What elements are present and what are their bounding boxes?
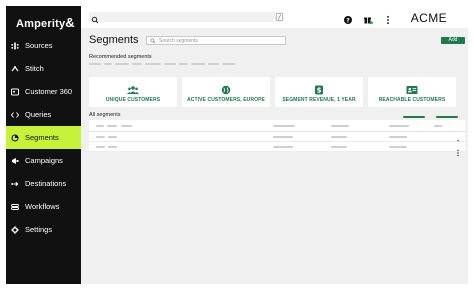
main-content: Segments Search segments Add Recommended… [81, 28, 468, 284]
contact-card-icon [406, 82, 418, 94]
sidebar-item-campaigns[interactable]: Campaigns [6, 149, 81, 172]
cell-placeholder [331, 135, 347, 138]
sidebar-item-segments[interactable]: Segments [6, 126, 81, 149]
cell-placeholder [96, 145, 105, 148]
row-menu-icon[interactable] [457, 133, 459, 146]
column-header[interactable] [273, 124, 295, 127]
column-header[interactable] [121, 124, 132, 127]
cell-placeholder [389, 145, 407, 148]
tenant-name[interactable]: ACME [411, 11, 447, 25]
sidebar-item-destinations[interactable]: Destinations [6, 172, 81, 195]
page-title: Segments [89, 34, 139, 46]
sidebar-item-label: Queries [25, 110, 52, 119]
recommended-cards: UNIQUE CUSTOMERS ACTIVE CUSTOMERS, EUROP… [89, 77, 456, 107]
recommended-segments-heading: Recommended segments [89, 54, 152, 60]
sidebar-item-label: Sources [25, 41, 53, 50]
brand-mark: & [65, 15, 75, 30]
card-label: REACHABLE CUSTOMERS [378, 97, 446, 103]
more-vertical-icon[interactable] [383, 12, 393, 25]
people-icon [127, 82, 139, 94]
column-header[interactable] [434, 124, 442, 127]
cell-placeholder [273, 145, 293, 148]
help-icon[interactable]: ? [343, 12, 353, 24]
recommended-card-reachable-customers[interactable]: REACHABLE CUSTOMERS [368, 77, 456, 107]
column-header[interactable] [96, 124, 104, 127]
recommended-card-unique-customers[interactable]: UNIQUE CUSTOMERS [89, 77, 177, 107]
global-search-input[interactable]: / [89, 12, 284, 24]
gift-notification-icon[interactable] [363, 12, 373, 25]
search-icon [91, 12, 99, 24]
recommended-card-segment-revenue[interactable]: $ SEGMENT REVENUE, 1 YEAR [275, 77, 363, 107]
sidebar-item-label: Destinations [25, 179, 67, 188]
segment-search-placeholder: Search segments [159, 38, 198, 44]
sidebar-item-workflows[interactable]: Workflows [6, 195, 81, 218]
sidebar-item-queries[interactable]: Queries [6, 103, 81, 126]
table-header [89, 120, 465, 132]
sidebar: Amperity& Sources Stitch Customer 360 Qu… [6, 6, 81, 284]
sidebar-item-customer-360[interactable]: Customer 360 [6, 80, 81, 103]
sidebar-item-label: Workflows [25, 202, 60, 211]
column-header[interactable] [331, 124, 349, 127]
svg-text:?: ? [346, 17, 350, 24]
segment-search-input[interactable]: Search segments [146, 36, 286, 45]
card-label: UNIQUE CUSTOMERS [105, 97, 161, 103]
customer-360-icon [11, 88, 19, 96]
amperity-logo[interactable]: Amperity& [16, 15, 75, 30]
cell-placeholder [108, 135, 117, 138]
cell-placeholder [96, 135, 105, 138]
cell-placeholder [273, 135, 293, 138]
segments-icon [11, 133, 19, 142]
sidebar-item-label: Campaigns [25, 156, 63, 165]
sources-icon [11, 42, 19, 50]
sidebar-item-stitch[interactable]: Stitch [6, 57, 81, 80]
all-segments-heading: All segments [89, 112, 121, 118]
globe-icon [220, 82, 232, 95]
sidebar-item-settings[interactable]: Settings [6, 218, 81, 241]
row-menu-icon[interactable] [457, 143, 459, 156]
queries-icon [11, 111, 19, 119]
sidebar-item-label: Settings [25, 225, 53, 234]
svg-text:$: $ [317, 87, 322, 95]
recommended-card-active-customers-europe[interactable]: ACTIVE CUSTOMERS, EUROPE [182, 77, 270, 107]
card-label: ACTIVE CUSTOMERS, EUROPE [187, 97, 265, 103]
money-icon: $ [313, 82, 325, 95]
top-bar: / ? ACME [81, 6, 468, 28]
brand-name: Amperity [16, 18, 66, 30]
sidebar-item-label: Segments [25, 133, 59, 142]
cell-placeholder [389, 135, 407, 138]
search-icon [150, 38, 156, 44]
recommended-description-placeholder [89, 63, 235, 66]
sidebar-item-label: Stitch [25, 64, 44, 73]
sidebar-item-label: Customer 360 [25, 87, 73, 96]
sidebar-item-sources[interactable]: Sources [6, 34, 81, 57]
destinations-icon [11, 180, 19, 188]
filter-tab-indicator[interactable] [403, 116, 425, 118]
table-row[interactable] [89, 132, 465, 146]
card-label: SEGMENT REVENUE, 1 YEAR [282, 97, 356, 103]
cell-placeholder [108, 145, 117, 148]
app-window: Amperity& Sources Stitch Customer 360 Qu… [6, 6, 468, 284]
add-segment-button[interactable]: Add [441, 37, 465, 44]
segments-table [89, 120, 465, 156]
filter-tab-indicator[interactable] [436, 116, 458, 118]
table-row[interactable] [89, 142, 465, 156]
search-shortcut-hint: / [276, 13, 283, 21]
stitch-icon [11, 65, 19, 73]
workflows-icon [11, 203, 19, 211]
sidebar-nav: Sources Stitch Customer 360 Queries Segm… [6, 34, 81, 241]
column-header[interactable] [107, 124, 117, 127]
settings-icon [11, 225, 19, 234]
column-header[interactable] [389, 124, 409, 127]
campaigns-icon [11, 157, 19, 165]
cell-placeholder [331, 145, 347, 148]
